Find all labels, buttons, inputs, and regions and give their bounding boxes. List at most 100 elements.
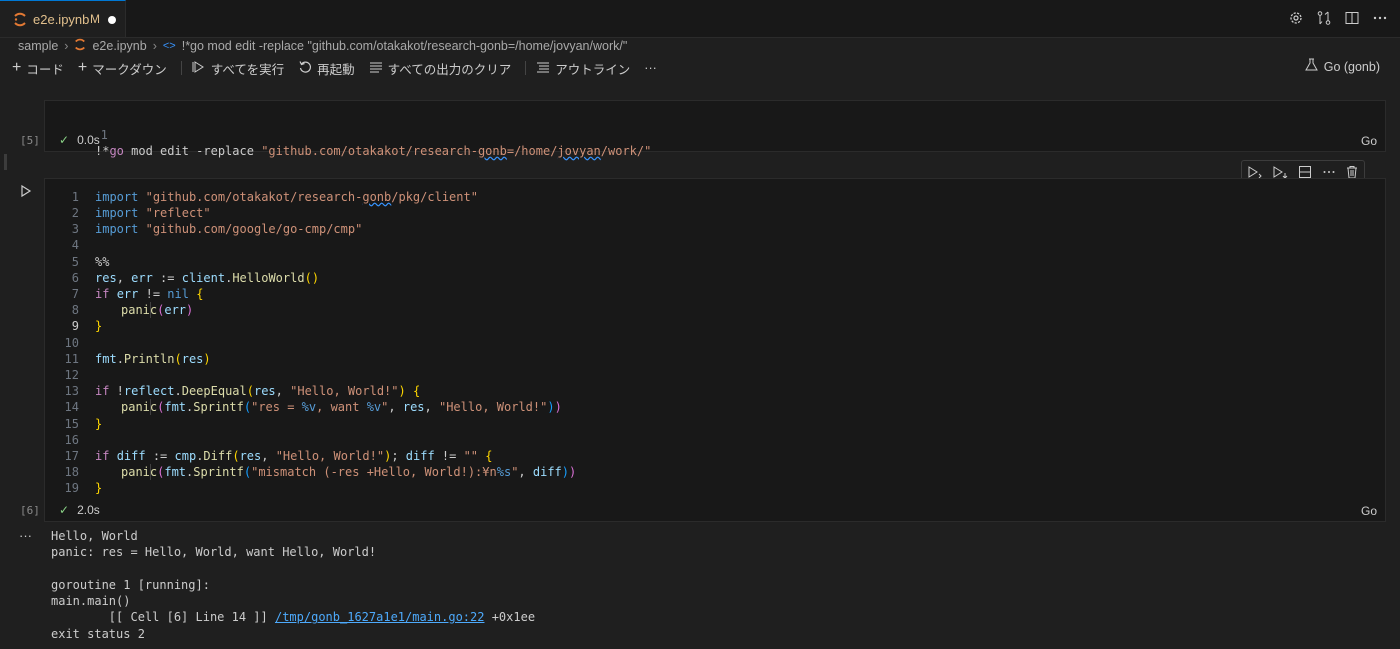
breadcrumb-folder[interactable]: sample bbox=[18, 39, 58, 53]
run-all-label: すべてを実行 bbox=[210, 62, 285, 77]
line-number: 7 bbox=[71, 287, 79, 301]
unsaved-dot-icon[interactable] bbox=[108, 16, 116, 24]
cell-output: Hello, World panic: res = Hello, World, … bbox=[51, 528, 535, 642]
token: fmt bbox=[164, 465, 187, 479]
line-number: 5 bbox=[71, 255, 79, 269]
code-text: import "github.com/otakakot/research-gon… bbox=[95, 189, 478, 205]
gear-icon[interactable] bbox=[1288, 10, 1304, 26]
code-text: } bbox=[95, 318, 102, 334]
line-number: 10 bbox=[64, 336, 79, 350]
add-markdown-cell-button[interactable]: + マークダウン bbox=[78, 59, 167, 78]
breadcrumb-file[interactable]: e2e.ipynb bbox=[92, 39, 146, 53]
token: { bbox=[485, 449, 493, 463]
clear-all-outputs-button[interactable]: すべての出力のクリア bbox=[369, 59, 511, 78]
cell-language[interactable]: Go bbox=[1361, 504, 1377, 518]
token: fmt bbox=[95, 352, 117, 366]
token: "github.com/otakakot/research- bbox=[145, 190, 363, 204]
outline-label: アウトライン bbox=[555, 62, 631, 77]
token: { bbox=[412, 384, 421, 398]
token: , bbox=[388, 400, 403, 414]
token: reflect bbox=[123, 384, 175, 398]
execution-time: 2.0s bbox=[77, 503, 100, 517]
token: "Hello, World!" bbox=[438, 400, 548, 414]
cell-status: ✓ 0.0s bbox=[59, 133, 100, 147]
run-all-button[interactable]: すべてを実行 bbox=[192, 59, 284, 78]
token: , bbox=[116, 271, 132, 285]
token: panic bbox=[121, 400, 158, 414]
code-text: panic(err) bbox=[121, 302, 193, 318]
token: ( bbox=[243, 465, 252, 479]
editor-tab-bar: e2e.ipynb M bbox=[0, 0, 1400, 38]
code-text: import "reflect" bbox=[95, 205, 211, 221]
token: DeepEqual bbox=[181, 384, 247, 398]
token: ( bbox=[232, 449, 240, 463]
token: panic bbox=[121, 303, 158, 317]
cell-focus-bar bbox=[4, 154, 7, 170]
check-icon: ✓ bbox=[59, 503, 70, 517]
token: { bbox=[196, 287, 204, 301]
token: ) bbox=[398, 384, 406, 398]
line-number: 1 bbox=[71, 190, 79, 204]
token: ( bbox=[246, 384, 254, 398]
kernel-picker[interactable]: Go (gonb) bbox=[1304, 58, 1380, 75]
code-line: 1 !*go mod edit -replace "github.com/ota… bbox=[45, 111, 651, 158]
line-number: 2 bbox=[71, 206, 79, 220]
token: err bbox=[116, 287, 139, 301]
token: diff bbox=[532, 465, 562, 479]
more-actions-icon[interactable] bbox=[1372, 10, 1388, 26]
token: gonb bbox=[477, 144, 507, 158]
code-text: !*go mod edit -replace "github.com/otaka… bbox=[95, 143, 651, 159]
restart-button[interactable]: 再起動 bbox=[298, 59, 355, 78]
outline-button[interactable]: アウトライン bbox=[536, 59, 630, 78]
output-more-icon[interactable]: ··· bbox=[19, 528, 32, 543]
code-text: import "github.com/google/go-cmp/cmp" bbox=[95, 221, 362, 237]
token: . bbox=[174, 384, 182, 398]
token: , bbox=[261, 449, 276, 463]
cell-language[interactable]: Go bbox=[1361, 134, 1377, 148]
token: err bbox=[131, 271, 153, 285]
token: := bbox=[152, 271, 182, 285]
plus-icon: + bbox=[12, 59, 22, 76]
output-text: exit status 2 bbox=[51, 626, 145, 641]
token: ( bbox=[243, 400, 252, 414]
line-number: 13 bbox=[64, 384, 79, 398]
code-cell-2[interactable]: 1 import "github.com/otakakot/research-go… bbox=[44, 178, 1386, 522]
code-text: res, err := client.HelloWorld() bbox=[95, 270, 319, 286]
tab-label: e2e.ipynb bbox=[33, 12, 90, 27]
run-all-icon bbox=[192, 60, 206, 77]
compare-changes-icon[interactable] bbox=[1316, 10, 1332, 26]
token: } bbox=[95, 319, 103, 333]
token: if bbox=[95, 449, 110, 463]
more-toolbar-button[interactable]: ··· bbox=[644, 61, 657, 75]
token: jovyan bbox=[557, 144, 601, 158]
output-file-link[interactable]: /tmp/gonb_1627a1e1/main.go:22 bbox=[275, 610, 485, 624]
token: %v bbox=[366, 400, 382, 414]
split-editor-icon[interactable] bbox=[1344, 10, 1360, 26]
token: fmt bbox=[164, 400, 187, 414]
token: } bbox=[95, 417, 103, 431]
add-code-cell-button[interactable]: + コード bbox=[12, 59, 64, 78]
token: %v bbox=[301, 400, 317, 414]
token: . bbox=[116, 352, 124, 366]
code-cell-1[interactable]: 1 !*go mod edit -replace "github.com/ota… bbox=[44, 100, 1386, 158]
code-text: fmt.Println(res) bbox=[95, 351, 211, 367]
code-text: panic(fmt.Sprintf("res = %v, want %v", r… bbox=[121, 399, 562, 415]
token: "github.com/otakakot/research- bbox=[261, 144, 478, 158]
code-text: } bbox=[95, 480, 102, 496]
list-icon bbox=[536, 60, 550, 77]
breadcrumb-cell[interactable]: !*go mod edit -replace "github.com/otaka… bbox=[182, 39, 628, 53]
token: "res = bbox=[251, 400, 302, 414]
token: Diff bbox=[203, 449, 233, 463]
line-number: 3 bbox=[71, 222, 79, 236]
token: ) bbox=[203, 352, 211, 366]
run-cell-icon[interactable] bbox=[20, 184, 32, 201]
modified-indicator: M bbox=[90, 12, 100, 26]
token: "Hello, World!" bbox=[275, 449, 385, 463]
restart-icon bbox=[298, 60, 312, 77]
token: res bbox=[253, 384, 276, 398]
tab-e2e-ipynb[interactable]: e2e.ipynb M bbox=[0, 0, 126, 37]
token: err bbox=[164, 303, 187, 317]
notebook-toolbar: + コード + マークダウン すべてを実行 再起動 すべての出力のクリア アウト… bbox=[12, 58, 1390, 78]
token: %s bbox=[496, 465, 512, 479]
token: =/home/ bbox=[506, 144, 558, 158]
